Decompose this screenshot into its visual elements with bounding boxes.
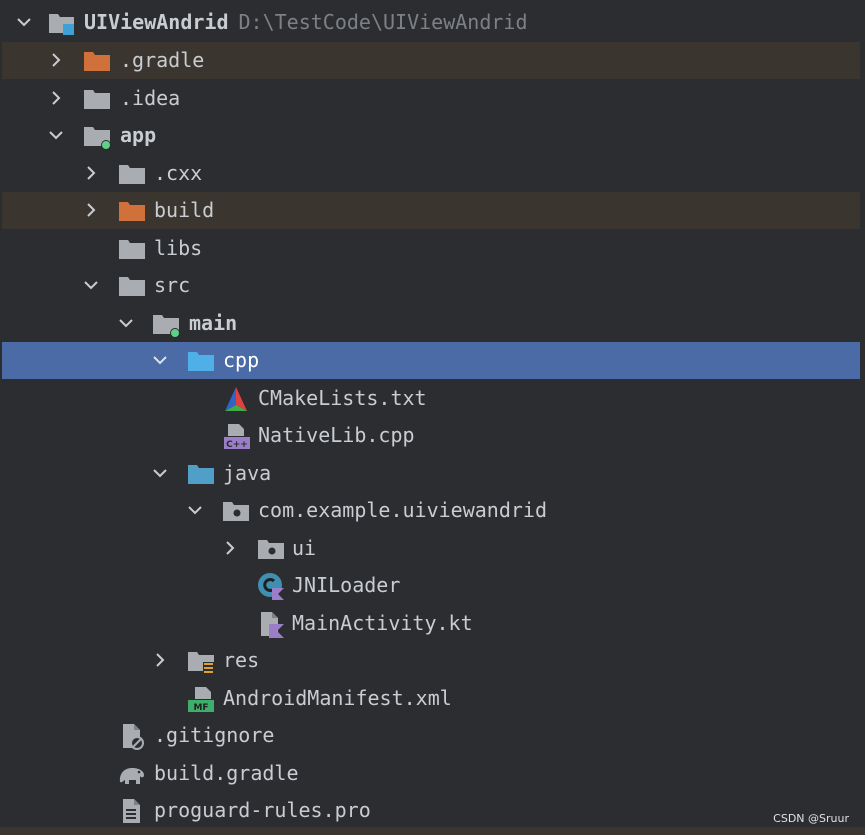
tree-row-cxx[interactable]: .cxx <box>2 155 860 192</box>
chevron-right-icon[interactable] <box>151 651 169 669</box>
kotlin-class-icon <box>257 572 285 600</box>
chevron-down-icon[interactable] <box>151 351 169 369</box>
excluded-folder-icon <box>118 197 146 225</box>
tree-label-mainactivity: MainActivity.kt <box>292 611 473 635</box>
project-folder-icon <box>48 9 76 37</box>
chevron-down-icon[interactable] <box>186 501 204 519</box>
chevron-right-icon[interactable] <box>82 201 100 219</box>
manifest-badge: MF <box>193 703 208 713</box>
tree-label-gradle: .gradle <box>120 48 205 72</box>
tree-row-libs[interactable]: libs <box>2 230 860 267</box>
kotlin-file-icon <box>257 610 285 638</box>
chevron-right-icon[interactable] <box>221 539 239 557</box>
tree-label-nativelib: NativeLib.cpp <box>258 423 415 447</box>
tree-row-buildgradle[interactable]: build.gradle <box>2 755 860 792</box>
tree-label-manifest: AndroidManifest.xml <box>223 686 452 710</box>
tree-label-build: build <box>154 198 215 222</box>
tree-label-res: res <box>223 648 260 672</box>
chevron-down-icon[interactable] <box>82 276 100 294</box>
cpp-file-icon: C++ <box>222 422 250 450</box>
tree-label-proguard: proguard-rules.pro <box>154 798 371 822</box>
resources-folder-icon <box>187 647 215 675</box>
chevron-down-icon[interactable] <box>151 464 169 482</box>
tree-label-main: main <box>189 311 238 335</box>
tree-row-res[interactable]: res <box>2 642 860 679</box>
source-folder-icon <box>187 460 215 488</box>
package-icon <box>257 535 285 563</box>
tree-label-app: app <box>120 123 157 147</box>
cmake-icon <box>222 385 250 413</box>
excluded-row-partial <box>0 827 865 835</box>
tree-row-app[interactable]: app <box>2 117 860 154</box>
tree-label-cmakelists: CMakeLists.txt <box>258 386 427 410</box>
chevron-down-icon[interactable] <box>117 314 135 332</box>
tree-label-ui: ui <box>292 536 317 560</box>
watermark: CSDN @Sruur <box>773 812 849 825</box>
package-icon <box>222 497 250 525</box>
chevron-right-icon[interactable] <box>47 89 65 107</box>
chevron-right-icon[interactable] <box>82 164 100 182</box>
ignore-file-icon <box>118 722 146 750</box>
tree-label-jniloader: JNILoader <box>292 573 401 597</box>
tree-row-main[interactable]: main <box>2 305 860 342</box>
chevron-down-icon[interactable] <box>15 13 33 31</box>
tree-label-gitignore: .gitignore <box>154 723 275 747</box>
tree-row-gradle[interactable]: .gradle <box>2 42 860 79</box>
tree-row-package[interactable]: com.example.uiviewandrid <box>2 492 860 529</box>
project-tree: UIViewAndrid D:\TestCode\UIViewAndrid .gr… <box>0 0 865 835</box>
chevron-right-icon[interactable] <box>47 51 65 69</box>
tree-label-package: com.example.uiviewandrid <box>258 498 547 522</box>
tree-label-cpp: cpp <box>223 348 260 372</box>
cpp-badge: C++ <box>226 440 248 450</box>
source-set-folder-icon <box>152 310 180 338</box>
tree-label-buildgradle: build.gradle <box>154 761 299 785</box>
tree-label-cxx: .cxx <box>154 161 203 185</box>
tree-row-src[interactable]: src <box>2 267 860 304</box>
folder-icon <box>118 160 146 188</box>
tree-row-proguard[interactable]: proguard-rules.pro <box>2 792 860 829</box>
tree-row-build[interactable]: build <box>2 192 860 229</box>
gradle-elephant-icon <box>117 760 145 788</box>
tree-row-idea[interactable]: .idea <box>2 80 860 117</box>
tree-row-cmakelists[interactable]: CMakeLists.txt <box>2 380 860 417</box>
tree-row-mainactivity[interactable]: MainActivity.kt <box>2 605 860 642</box>
text-file-icon <box>118 797 146 825</box>
tree-row-cpp[interactable]: cpp <box>2 342 860 379</box>
tree-row-java[interactable]: java <box>2 455 860 492</box>
module-folder-icon <box>83 122 111 150</box>
tree-row-ui[interactable]: ui <box>2 530 860 567</box>
tree-label-java: java <box>223 461 272 485</box>
tree-row-root[interactable]: UIViewAndrid D:\TestCode\UIViewAndrid <box>2 4 860 41</box>
tree-row-nativelib[interactable]: C++ NativeLib.cpp <box>2 417 860 454</box>
tree-label-src: src <box>154 273 191 297</box>
tree-row-manifest[interactable]: MF AndroidManifest.xml <box>2 680 860 717</box>
manifest-file-icon: MF <box>187 685 215 713</box>
excluded-folder-icon <box>83 47 111 75</box>
project-path: D:\TestCode\UIViewAndrid <box>238 10 528 34</box>
tree-row-gitignore[interactable]: .gitignore <box>2 717 860 754</box>
tree-row-jniloader[interactable]: JNILoader <box>2 567 860 604</box>
source-folder-icon <box>187 347 215 375</box>
tree-label-libs: libs <box>154 236 203 260</box>
folder-icon <box>118 272 146 300</box>
folder-icon <box>118 235 146 263</box>
chevron-down-icon[interactable] <box>47 126 65 144</box>
folder-icon <box>83 85 111 113</box>
project-name: UIViewAndrid <box>84 10 229 34</box>
tree-label-idea: .idea <box>120 86 181 110</box>
